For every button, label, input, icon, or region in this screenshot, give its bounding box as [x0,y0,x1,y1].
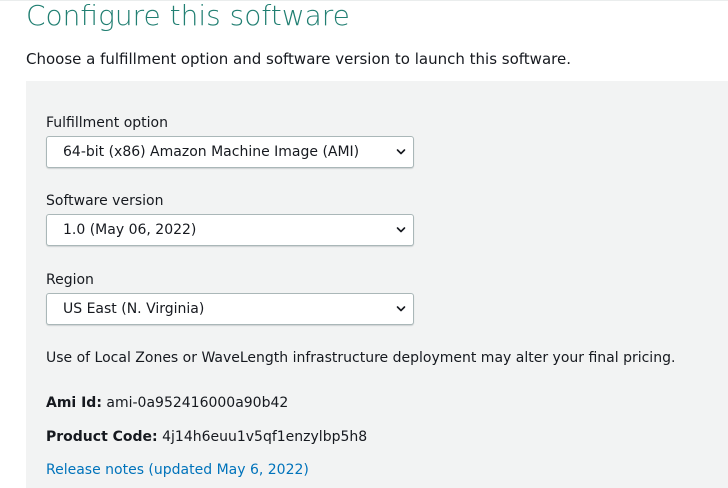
region-select[interactable]: US East (N. Virginia) [46,293,414,325]
page-subtitle: Choose a fulfillment option and software… [26,50,571,68]
product-code-label: Product Code: [46,429,158,445]
product-code-row: Product Code: 4j14h6euu1v5qf1enzylbp5h8 [46,428,367,446]
ami-id-label: Ami Id: [46,395,102,411]
ami-id-row: Ami Id: ami-0a952416000a90b42 [46,394,288,412]
fulfillment-option-label: Fulfillment option [46,115,168,131]
chevron-down-icon [396,225,406,235]
region-label: Region [46,272,94,288]
configuration-panel: Fulfillment option 64-bit (x86) Amazon M… [26,81,728,488]
fulfillment-option-select[interactable]: 64-bit (x86) Amazon Machine Image (AMI) [46,136,414,168]
software-version-value: 1.0 (May 06, 2022) [63,222,197,238]
release-notes-link[interactable]: Release notes (updated May 6, 2022) [46,461,309,479]
chevron-down-icon [396,304,406,314]
software-version-select[interactable]: 1.0 (May 06, 2022) [46,214,414,246]
product-code-value: 4j14h6euu1v5qf1enzylbp5h8 [162,429,368,445]
region-value: US East (N. Virginia) [63,301,205,317]
configure-software-page: Configure this software Choose a fulfill… [0,0,728,488]
fulfillment-option-value: 64-bit (x86) Amazon Machine Image (AMI) [63,144,360,160]
pricing-note: Use of Local Zones or WaveLength infrast… [46,350,676,366]
software-version-label: Software version [46,193,164,209]
page-title: Configure this software [26,0,350,32]
ami-id-value: ami-0a952416000a90b42 [106,395,289,411]
chevron-down-icon [396,147,406,157]
